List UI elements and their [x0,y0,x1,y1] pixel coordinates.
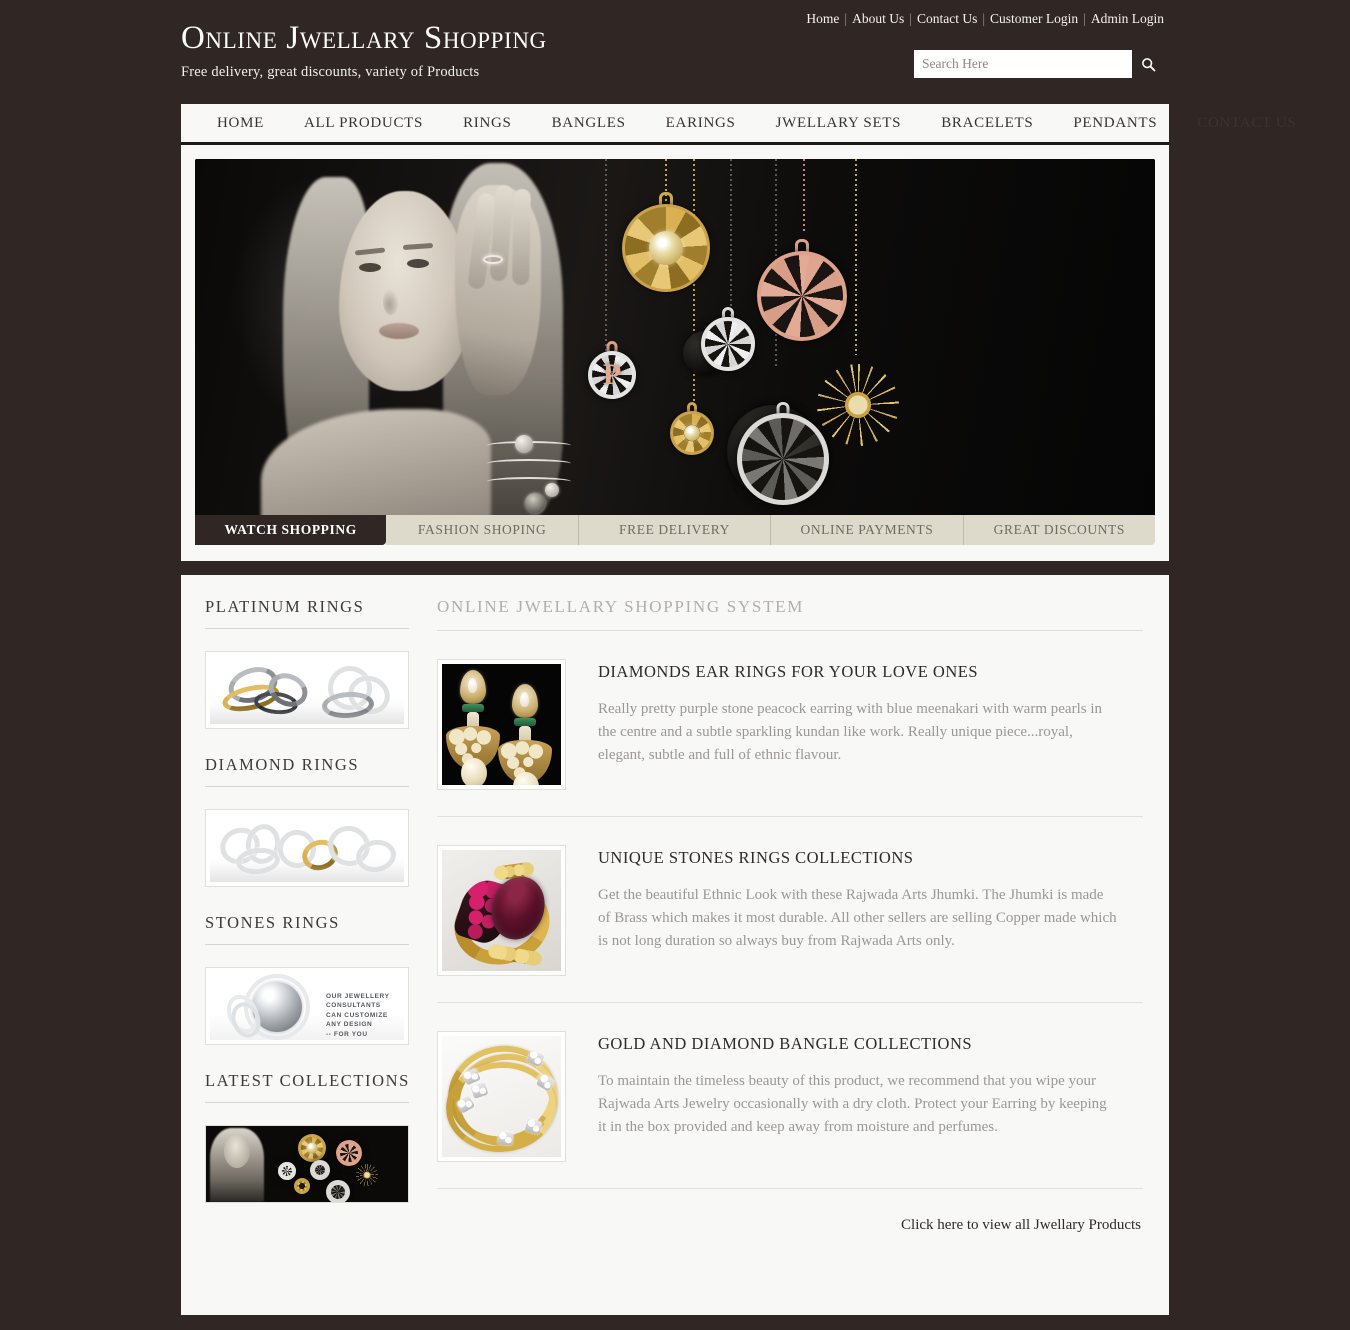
nav-item-home[interactable]: HOME [197,115,284,132]
sidebar-thumb-platinum-rings[interactable] [205,651,409,729]
sidebar-heading-latest-collections: LATEST COLLECTIONS [205,1071,409,1103]
sidebar-thumb-stones-rings[interactable]: OUR JEWELLERY CONSULTANTS CAN CUSTOMIZE … [205,967,409,1045]
sidebar-thumb-overlay-text: OUR JEWELLERY CONSULTANTS CAN CUSTOMIZE … [326,993,390,1038]
nav-item-all-products[interactable]: ALL PRODUCTS [284,115,443,132]
nav-item-rings[interactable]: RINGS [443,115,532,132]
search-bar [914,50,1164,78]
view-all-products-link-wrap: Click here to view all Jwellary Products [437,1189,1143,1234]
pendant-dark-silver-filigree [737,402,829,505]
sidebar-heading-diamond-rings: DIAMOND RINGS [205,755,409,787]
site-shell: HOME ALL PRODUCTS RINGS BANGLES EARINGS … [181,104,1296,1315]
sidebar: PLATINUM RINGS DIAMOND RINGS STONES RING… [195,597,423,1275]
tab-great-discounts[interactable]: GREAT DISCOUNTS [963,515,1156,545]
product-thumb-ring[interactable] [437,845,566,976]
pendant-gold-starburst [817,364,899,446]
sidebar-thumb-diamond-rings[interactable] [205,809,409,887]
sidebar-thumb-latest-collections[interactable] [205,1125,409,1203]
tab-watch-shopping[interactable]: WATCH SHOPPING [195,515,387,545]
page-root: Online Jwellary Shopping Free delivery, … [0,0,1350,1330]
tab-free-delivery[interactable]: FREE DELIVERY [578,515,772,545]
pendant-small-gold-wheel [670,402,714,455]
product-article: UNIQUE STONES RINGS COLLECTIONS Get the … [437,817,1143,1003]
banner-image[interactable]: P [195,159,1155,521]
nav-item-earings[interactable]: EARINGS [646,115,756,132]
utility-nav: Home | About Us | Contact Us | Customer Login |… [806,11,1164,27]
nav-separator: | [1083,11,1086,26]
main-nav: HOME ALL PRODUCTS RINGS BANGLES EARINGS … [181,104,1296,145]
site-title: Online Jwellary Shopping [181,20,547,56]
sidebar-heading-stones-rings: STONES RINGS [205,913,409,945]
pendant-gold-sunwheel [622,192,710,292]
product-article: DIAMONDS EAR RINGS FOR YOUR LOVE ONES Re… [437,631,1143,817]
nav-separator: | [844,11,848,26]
utility-link-contact-us[interactable]: Contact Us [917,11,977,26]
product-description: Really pretty purple stone peacock earri… [598,701,1102,763]
site-branding: Online Jwellary Shopping Free delivery, … [181,22,547,81]
product-thumb-bangles[interactable] [437,1031,566,1162]
product-description: To maintain the timeless beauty of this … [598,1073,1107,1135]
nav-item-pendants[interactable]: PENDANTS [1053,115,1177,132]
product-description: Get the beautiful Ethnic Look with these… [598,887,1117,949]
view-all-products-link[interactable]: Click here to view all Jwellary Products [901,1217,1141,1233]
pendant-initial-p: P [588,341,636,399]
product-title[interactable]: GOLD AND DIAMOND BANGLE COLLECTIONS [598,1034,1118,1054]
utility-link-admin-login[interactable]: Admin Login [1091,11,1164,26]
page-title: ONLINE JWELLARY SHOPPING SYSTEM [437,597,1143,631]
nav-separator: | [909,11,912,26]
model-ring-icon [483,255,503,264]
banner-container: P [181,145,1169,521]
search-icon [1141,57,1155,71]
nav-item-jwellary-sets[interactable]: JWELLARY SETS [756,115,922,132]
utility-link-customer-login[interactable]: Customer Login [990,11,1078,26]
site-header: Online Jwellary Shopping Free delivery, … [0,0,1350,104]
banner-tab-strip: WATCH SHOPPING FASHION SHOPING FREE DELI… [181,515,1169,545]
content-area: PLATINUM RINGS DIAMOND RINGS STONES RING… [181,575,1169,1315]
banner-model-photo [255,159,585,521]
nav-item-bracelets[interactable]: BRACELETS [921,115,1053,132]
banner-pendant-display: P [575,159,1155,521]
tab-online-payments[interactable]: ONLINE PAYMENTS [771,515,964,545]
product-title[interactable]: UNIQUE STONES RINGS COLLECTIONS [598,848,1118,868]
utility-link-home[interactable]: Home [806,11,839,26]
section-divider [181,567,1169,575]
pendant-rose-filigree [757,239,847,341]
model-bracelets [487,435,573,515]
main-column: ONLINE JWELLARY SHOPPING SYSTEM DIAMONDS… [423,597,1155,1275]
product-thumb-earrings[interactable] [437,659,566,790]
site-tagline: Free delivery, great discounts, variety … [181,64,480,80]
nav-item-bangles[interactable]: BANGLES [532,115,646,132]
product-article: GOLD AND DIAMOND BANGLE COLLECTIONS To m… [437,1003,1143,1189]
search-input[interactable] [914,50,1132,78]
nav-separator: | [982,11,986,26]
product-title[interactable]: DIAMONDS EAR RINGS FOR YOUR LOVE ONES [598,662,1118,682]
utility-link-about-us[interactable]: About Us [852,11,904,26]
pendant-silver-filigree [701,307,755,371]
sidebar-heading-platinum-rings: PLATINUM RINGS [205,597,409,629]
search-button[interactable] [1132,50,1164,78]
tab-fashion-shoping[interactable]: FASHION SHOPING [386,515,579,545]
nav-item-contact-us[interactable]: CONTACT US [1177,115,1316,132]
